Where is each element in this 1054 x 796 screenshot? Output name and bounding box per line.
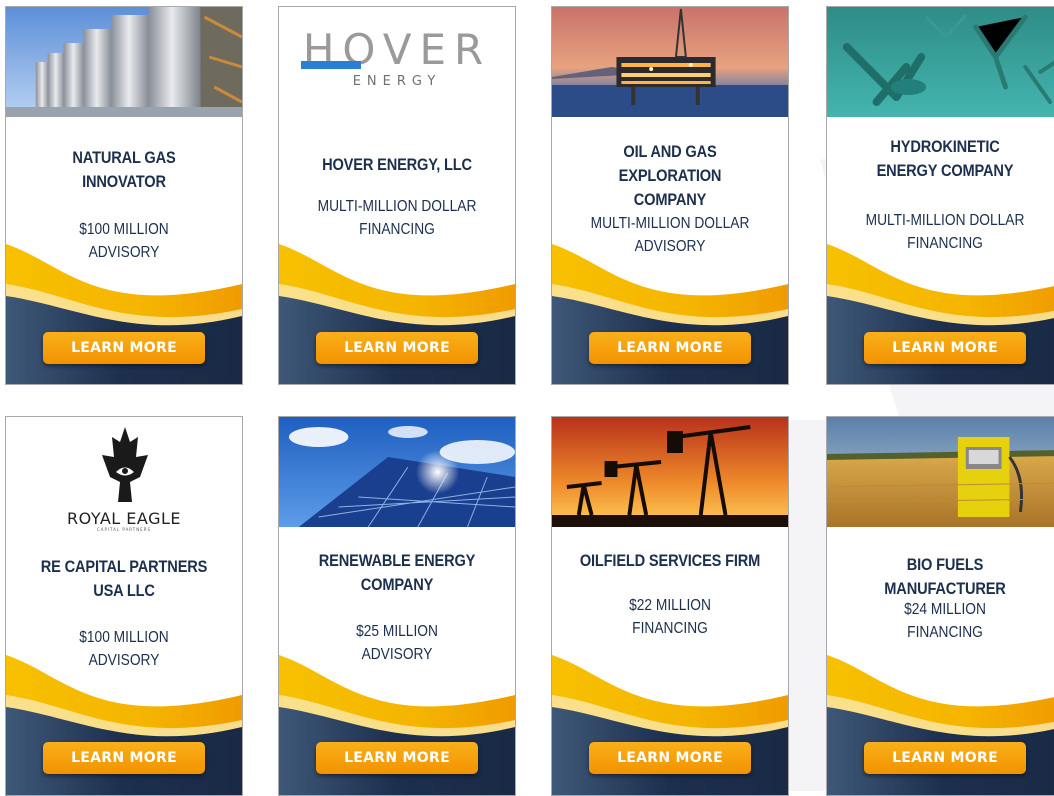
card-title: RENEWABLE ENERGY COMPANY [318, 551, 476, 594]
deal-card-oilfield-services[interactable]: OILFIELD SERVICES FIRM $22 MILLION FINAN… [551, 416, 789, 796]
card-detail: $22 MILLION FINANCING [629, 597, 711, 637]
card-title: NATURAL GAS INNOVATOR [72, 148, 176, 191]
deal-card-hydrokinetic[interactable]: HYDROKINETIC ENERGY COMPANY MULTI-MILLIO… [826, 6, 1054, 385]
learn-more-button[interactable]: LEARN MORE [589, 332, 751, 364]
learn-more-button[interactable]: LEARN MORE [43, 742, 205, 774]
card-title: BIO FUELS MANUFACTURER [884, 555, 1006, 598]
card-title: OIL AND GAS EXPLORATION COMPANY [618, 142, 722, 209]
offshore-oil-platform-photo [552, 7, 788, 117]
card-title: HYDROKINETIC ENERGY COMPANY [876, 137, 1014, 180]
hover-energy-logo: HOVER ENERGY [301, 25, 492, 89]
gas-storage-tanks-photo [6, 7, 242, 117]
learn-more-button[interactable]: LEARN MORE [316, 332, 478, 364]
deal-card-hover-energy[interactable]: HOVER ENERGY HOVER ENERGY, LLC MULTI-MIL… [278, 6, 516, 385]
deal-card-re-capital[interactable]: ROYAL EAGLE CAPITAL PARTNERS RE CAPITAL … [5, 416, 243, 796]
wheat-field-fuel-pump-photo [827, 417, 1054, 527]
learn-more-button[interactable]: LEARN MORE [864, 742, 1026, 774]
solar-panels-photo [279, 417, 515, 527]
learn-more-button[interactable]: LEARN MORE [589, 742, 751, 774]
deal-card-bio-fuels[interactable]: BIO FUELS MANUFACTURER $24 MILLION FINAN… [826, 416, 1054, 796]
learn-more-button[interactable]: LEARN MORE [43, 332, 205, 364]
deal-card-natural-gas[interactable]: NATURAL GAS INNOVATOR $100 MILLION ADVIS… [5, 6, 243, 385]
royal-eagle-logo: ROYAL EAGLE CAPITAL PARTNERS [6, 417, 242, 532]
card-title: OILFIELD SERVICES FIRM [579, 551, 761, 570]
learn-more-button[interactable]: LEARN MORE [316, 742, 478, 774]
oil-pumpjacks-sunset-photo [552, 417, 788, 527]
card-title: RE CAPITAL PARTNERS USA LLC [40, 557, 208, 600]
learn-more-button[interactable]: LEARN MORE [864, 332, 1026, 364]
card-title: HOVER ENERGY, LLC [322, 155, 472, 174]
deal-card-renewable-energy[interactable]: RENEWABLE ENERGY COMPANY $25 MILLION ADV… [278, 416, 516, 796]
deal-card-oil-gas-exploration[interactable]: OIL AND GAS EXPLORATION COMPANY MULTI-MI… [551, 6, 789, 385]
underwater-turbines-photo [827, 7, 1054, 117]
